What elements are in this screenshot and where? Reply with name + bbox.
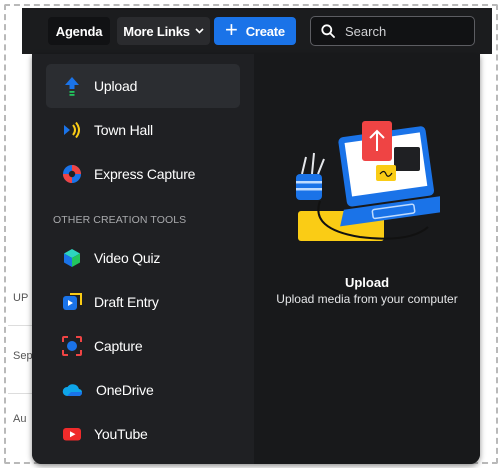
upload-preview-panel: Upload Upload media from your computer (254, 54, 480, 464)
preview-description: Upload media from your computer (276, 292, 458, 306)
background-row-label: UP (13, 292, 29, 304)
menu-item-onedrive[interactable]: OneDrive (46, 368, 240, 412)
menu-item-draft-entry[interactable]: Draft Entry (46, 280, 240, 324)
menu-item-label: Town Hall (94, 122, 153, 138)
menu-item-video-quiz[interactable]: Video Quiz (46, 236, 240, 280)
chevron-down-icon (195, 28, 204, 34)
upload-icon (65, 77, 79, 96)
menu-item-label: Upload (94, 78, 138, 94)
creation-tools-list: Upload Town Hall Express Capture OTHER C… (32, 54, 254, 464)
menu-item-label: OneDrive (96, 382, 154, 398)
menu-item-label: Video Quiz (94, 250, 161, 266)
menu-item-label: Draft Entry (94, 294, 159, 310)
youtube-icon (63, 428, 81, 441)
video-quiz-icon (64, 249, 80, 267)
background-row-label: Sep (13, 350, 33, 362)
create-button[interactable]: + Create (214, 17, 296, 45)
menu-item-express-capture[interactable]: Express Capture (46, 152, 240, 196)
background-divider (8, 325, 32, 326)
create-dropdown-menu: Upload Town Hall Express Capture OTHER C… (32, 54, 480, 464)
more-links-label: More Links (123, 23, 190, 39)
search-box[interactable] (310, 16, 475, 46)
express-capture-icon (63, 165, 81, 183)
menu-item-label: YouTube (94, 426, 148, 442)
agenda-label: Agenda (55, 23, 103, 39)
top-navigation-bar: Agenda More Links + Create (22, 8, 492, 54)
town-hall-icon (64, 121, 80, 139)
background-row-label: Au (13, 413, 27, 425)
agenda-button[interactable]: Agenda (48, 17, 110, 45)
search-icon (321, 24, 335, 38)
capture-icon (62, 336, 82, 356)
menu-item-label: Express Capture (94, 166, 196, 182)
background-divider (8, 393, 32, 394)
search-input[interactable] (345, 23, 460, 39)
menu-item-capture[interactable]: Capture (46, 324, 240, 368)
menu-item-label: Capture (94, 338, 143, 354)
plus-icon: + (225, 17, 238, 42)
draft-entry-icon (63, 293, 82, 310)
menu-item-town-hall[interactable]: Town Hall (46, 108, 240, 152)
onedrive-icon (62, 384, 83, 396)
create-label: Create (245, 23, 285, 39)
menu-item-youtube[interactable]: YouTube (46, 412, 240, 456)
section-heading-other-tools: OTHER CREATION TOOLS (53, 214, 187, 226)
upload-illustration (296, 121, 440, 241)
background-page-edge (480, 54, 494, 459)
more-links-button[interactable]: More Links (117, 17, 210, 45)
preview-title: Upload (344, 275, 390, 290)
menu-item-upload[interactable]: Upload (46, 64, 240, 108)
